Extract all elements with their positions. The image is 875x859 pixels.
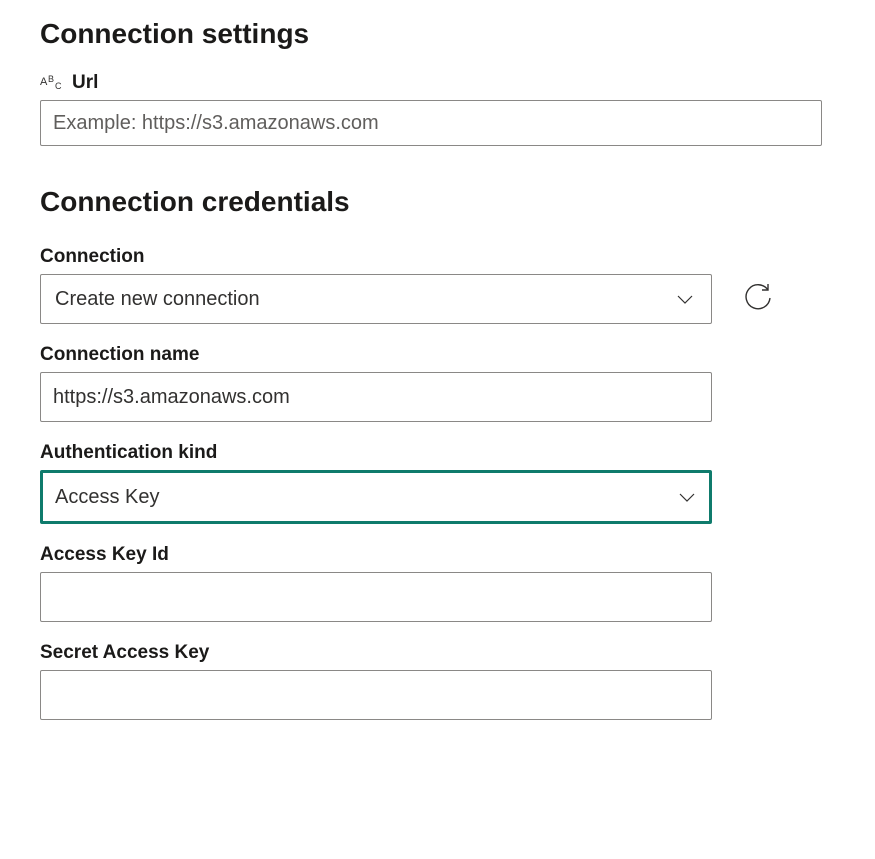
access-key-id-field-group: Access Key Id: [40, 544, 835, 622]
url-field-group: A B C Url: [40, 72, 835, 146]
svg-text:A: A: [40, 76, 48, 88]
connection-name-field-group: Connection name: [40, 344, 835, 422]
secret-access-key-field-group: Secret Access Key: [40, 642, 835, 720]
access-key-id-label: Access Key Id: [40, 544, 169, 566]
auth-kind-select[interactable]: Access Key: [40, 470, 712, 524]
auth-kind-label: Authentication kind: [40, 442, 217, 464]
connection-name-input[interactable]: [40, 372, 712, 422]
chevron-down-icon: [675, 485, 699, 509]
refresh-button[interactable]: [740, 281, 776, 317]
auth-kind-select-value: Access Key: [55, 486, 159, 509]
connection-name-label: Connection name: [40, 344, 199, 366]
url-input[interactable]: [40, 100, 822, 146]
svg-text:B: B: [48, 74, 54, 84]
connection-label: Connection: [40, 246, 145, 268]
connection-select-value: Create new connection: [55, 288, 260, 311]
url-label: Url: [72, 72, 98, 94]
svg-text:C: C: [55, 81, 62, 91]
access-key-id-input[interactable]: [40, 572, 712, 622]
connection-select[interactable]: Create new connection: [40, 274, 712, 324]
auth-kind-field-group: Authentication kind Access Key: [40, 442, 835, 524]
connection-credentials-heading: Connection credentials: [40, 186, 835, 218]
chevron-down-icon: [673, 287, 697, 311]
secret-access-key-input[interactable]: [40, 670, 712, 720]
refresh-icon: [740, 280, 776, 319]
connection-field-group: Connection Create new connection: [40, 246, 835, 324]
abc-type-icon: A B C: [40, 73, 66, 93]
connection-settings-heading: Connection settings: [40, 18, 835, 50]
secret-access-key-label: Secret Access Key: [40, 642, 209, 664]
